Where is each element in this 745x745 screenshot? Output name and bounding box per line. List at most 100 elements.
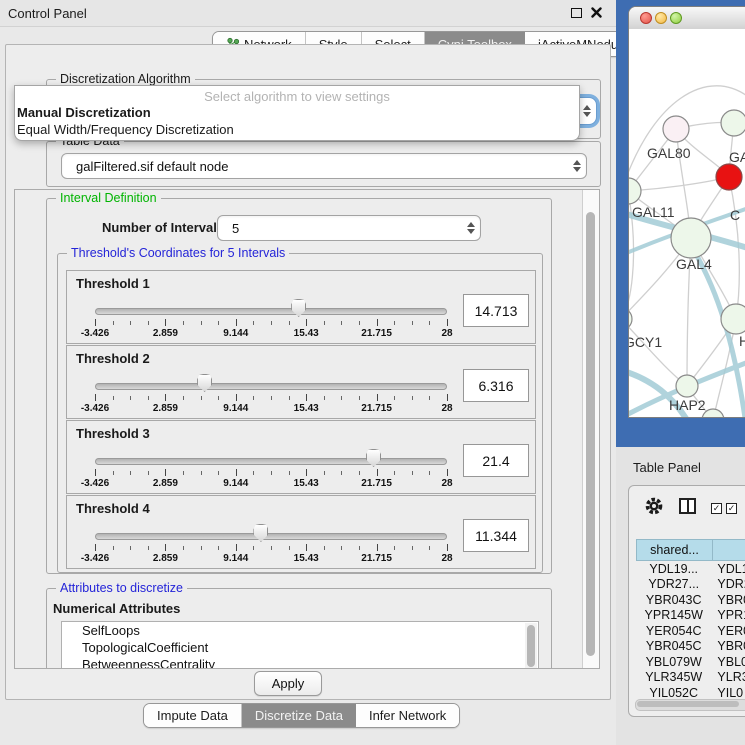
slider-tick (271, 321, 272, 325)
node-top-right[interactable] (721, 110, 745, 136)
numerical-attributes-list[interactable]: SelfLoopsTopologicalCoefficientBetweenne… (61, 621, 539, 669)
threshold-1-value-field[interactable]: 14.713 (463, 294, 529, 327)
table-cell[interactable]: YDR27... (636, 577, 711, 591)
list-scrollbar-thumb[interactable] (527, 625, 535, 667)
attribute-list-item[interactable]: TopologicalCoefficient (62, 639, 538, 656)
table-row[interactable]: YDR27...YDR2 (636, 577, 745, 593)
apply-button[interactable]: Apply (254, 671, 322, 696)
table-cell[interactable]: YPR145W (636, 608, 711, 622)
slider-tick (95, 544, 96, 551)
table-cell[interactable]: YER054C (636, 624, 711, 638)
table-cell[interactable]: YLR345W (636, 670, 711, 684)
window-close-icon[interactable] (640, 12, 652, 24)
table-cell[interactable]: YBL079W (636, 655, 711, 669)
table-row[interactable]: YER054CYER0 (636, 623, 745, 639)
table-cell[interactable]: YDL1 (711, 562, 745, 576)
checkbox-icon[interactable]: ✓ (726, 503, 737, 514)
settings-scrollbar-thumb[interactable] (586, 212, 595, 656)
slider-tick (289, 471, 290, 475)
node-gcy1[interactable] (629, 308, 632, 330)
table-row[interactable]: YBR043CYBR0 (636, 592, 745, 608)
threshold-2-panel: Threshold 2 -3.4262.8599.14415.4321.7152… (66, 345, 536, 419)
table-data-value: galFiltered.sif default node (62, 159, 568, 174)
table-row[interactable]: YIL052CYIL0 (636, 685, 745, 699)
node-hap2[interactable] (676, 375, 698, 397)
tab-discretize-data[interactable]: Discretize Data (242, 704, 356, 727)
split-columns-icon[interactable] (679, 498, 696, 514)
interval-definition-group: Interval Definition Number of Intervals … (46, 198, 552, 574)
window-minimize-icon[interactable] (655, 12, 667, 24)
table-cell[interactable]: YBR043C (636, 593, 711, 607)
node-h[interactable] (721, 304, 745, 334)
window-zoom-icon[interactable] (670, 12, 682, 24)
network-view-window[interactable]: GAL80 GA GAL11 C GAL4 GCY1 H HAP2 (628, 6, 745, 418)
list-scrollbar[interactable] (525, 623, 537, 669)
slider-scale-label: -3.426 (81, 478, 109, 489)
table-cell[interactable]: YER0 (711, 624, 745, 638)
column-header-name[interactable]: na (713, 539, 745, 561)
table-cell[interactable]: YPR1 (711, 608, 745, 622)
slider-tick (236, 469, 237, 476)
slider-tick (95, 394, 96, 401)
slider-tick (341, 471, 342, 475)
table-cell[interactable]: YBR045C (636, 639, 711, 653)
table-row[interactable]: YDL19...YDL1 (636, 561, 745, 577)
slider-scale-label: 28 (441, 478, 452, 489)
attributes-group-label: Attributes to discretize (56, 581, 187, 595)
table-cell[interactable]: YBR0 (711, 593, 745, 607)
tab-infer-network[interactable]: Infer Network (356, 704, 459, 727)
threshold-4-value-field[interactable]: 11.344 (463, 519, 529, 552)
slider-tick (183, 321, 184, 325)
node-selected-red[interactable] (716, 164, 742, 190)
checkbox-icon[interactable]: ✓ (711, 503, 722, 514)
dropdown-option-manual-discretization[interactable]: Manual Discretization (17, 105, 151, 120)
table-cell[interactable]: YDR2 (711, 577, 745, 591)
threshold-1-slider-track[interactable] (95, 308, 447, 315)
gear-icon[interactable] (644, 496, 664, 516)
threshold-2-value-field[interactable]: 6.316 (463, 369, 529, 402)
attribute-list-item[interactable]: BetweennessCentrality (62, 656, 538, 669)
node-gal80[interactable] (663, 116, 689, 142)
network-canvas[interactable]: GAL80 GA GAL11 C GAL4 GCY1 H HAP2 (629, 29, 745, 418)
table-hscrollbar[interactable] (635, 699, 745, 711)
threshold-3-slider-track[interactable] (95, 458, 447, 465)
table-row[interactable]: YLR345WYLR3 (636, 670, 745, 686)
threshold-3-value-field[interactable]: 21.4 (463, 444, 529, 477)
float-panel-icon[interactable] (571, 8, 582, 18)
slider-tick (236, 394, 237, 401)
table-cell[interactable]: YIL0 (711, 686, 745, 699)
table-cell[interactable]: YBL0 (711, 655, 745, 669)
node-gal4[interactable] (671, 218, 711, 258)
node-table: shared... na YDL19...YDL1YDR27...YDR2YBR… (636, 539, 745, 699)
close-panel-icon[interactable] (591, 7, 602, 18)
thresholds-group: Threshold's Coordinates for 5 Intervals … (57, 253, 543, 573)
slider-tick (95, 319, 96, 326)
table-cell[interactable]: YIL052C (636, 686, 711, 699)
table-row[interactable]: YPR145WYPR1 (636, 608, 745, 624)
column-header-shared-name[interactable]: shared... (636, 539, 713, 561)
threshold-2-slider-track[interactable] (95, 383, 447, 390)
threshold-2-label: Threshold 2 (76, 351, 150, 366)
network-window-titlebar[interactable] (629, 7, 745, 30)
table-cell[interactable]: YDL19... (636, 562, 711, 576)
attribute-list-item[interactable]: SelfLoops (62, 622, 538, 639)
table-row[interactable]: YBL079WYBL0 (636, 654, 745, 670)
threshold-4-slider-track[interactable] (95, 533, 447, 540)
number-of-intervals-combobox[interactable]: 5 (217, 215, 481, 241)
table-cell[interactable]: YBR0 (711, 639, 745, 653)
table-cell[interactable]: YLR3 (711, 670, 745, 684)
table-row[interactable]: YBR045CYBR0 (636, 639, 745, 655)
table-toolbar: ✓ ✓ (629, 486, 745, 530)
table-header-row: shared... na (636, 539, 745, 561)
threshold-3-panel: Threshold 3 -3.4262.8599.14415.4321.7152… (66, 420, 536, 494)
table-data-combobox[interactable]: galFiltered.sif default node (61, 153, 587, 179)
thresholds-group-label: Threshold's Coordinates for 5 Intervals (67, 246, 289, 260)
settings-scrollbar[interactable] (582, 190, 599, 668)
slider-tick (218, 396, 219, 400)
table-panel-title: Table Panel (633, 460, 701, 475)
dropdown-option-equal-width-frequency[interactable]: Equal Width/Frequency Discretization (17, 122, 234, 137)
tab-impute-data[interactable]: Impute Data (144, 704, 242, 727)
slider-scale-labels: -3.4262.8599.14415.4321.71528 (95, 553, 447, 565)
slider-scale-label: 28 (441, 403, 452, 414)
table-hscrollbar-thumb[interactable] (637, 701, 739, 707)
